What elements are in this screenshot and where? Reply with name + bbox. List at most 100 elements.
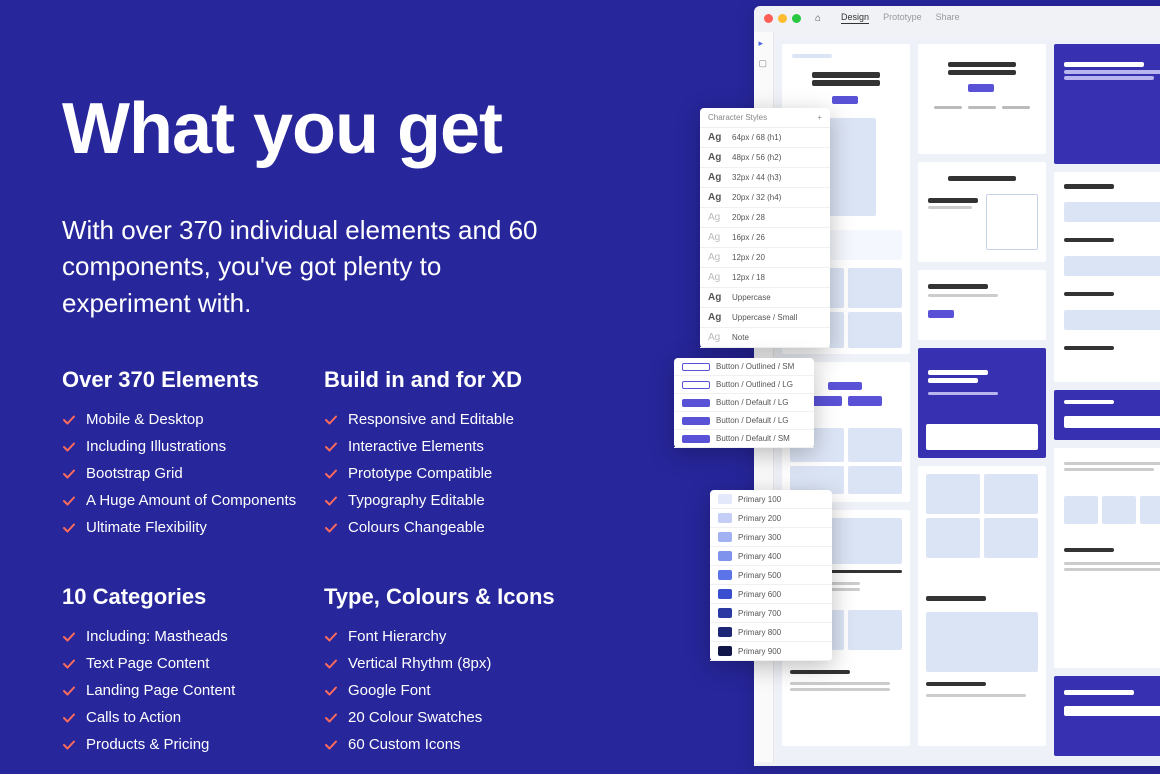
char-style-row: Ag 16px / 26 [700,228,830,248]
button-style-row: Button / Default / SM [674,430,814,448]
swatch-label: Primary 300 [738,533,781,542]
feature-item-label: Responsive and Editable [348,411,514,428]
column-heading: Over 370 Elements [62,367,322,393]
page-title: What you get [62,88,622,170]
feature-item: Font Hierarchy [324,628,584,645]
type-sample-icon: Ag [708,292,726,303]
rect-tool-icon: ▢ [759,58,769,68]
type-sample-icon: Ag [708,272,726,283]
panel-header: Character Styles+ [700,108,830,128]
maximize-icon [792,14,801,23]
home-icon: ⌂ [815,13,821,24]
color-swatch-icon [718,494,732,504]
check-icon [324,711,338,725]
check-icon [324,467,338,481]
type-sample-icon: Ag [708,252,726,263]
feature-item: Ultimate Flexibility [62,519,322,536]
type-sample-icon: Ag [708,332,726,343]
feature-item: Calls to Action [62,709,322,726]
color-swatch-icon [718,551,732,561]
feature-column: 10 CategoriesIncluding: MastheadsText Pa… [62,584,322,763]
char-style-label: 12px / 20 [732,253,765,262]
check-icon [324,440,338,454]
feature-item: A Huge Amount of Components [62,492,322,509]
swatches-panel: Primary 100Primary 200Primary 300Primary… [710,490,832,661]
check-icon [324,521,338,535]
button-chip-icon [682,363,710,371]
swatch-row: Primary 200 [710,509,832,528]
feature-item: Google Font [324,682,584,699]
swatch-row: Primary 700 [710,604,832,623]
feature-item: Vertical Rhythm (8px) [324,655,584,672]
button-style-row: Button / Default / LG [674,394,814,412]
close-icon [764,14,773,23]
char-style-row: Ag32px / 44 (h3) [700,168,830,188]
char-style-label: 20px / 32 (h4) [732,193,781,202]
check-icon [62,711,76,725]
check-icon [324,657,338,671]
feature-item-label: Prototype Compatible [348,465,492,482]
app-tabs: Design Prototype Share [841,12,960,24]
check-icon [324,738,338,752]
check-icon [324,630,338,644]
app-tab: Prototype [883,12,922,24]
color-swatch-icon [718,646,732,656]
swatch-row: Primary 900 [710,642,832,661]
check-icon [324,684,338,698]
feature-item-label: 20 Colour Swatches [348,709,482,726]
feature-item: Products & Pricing [62,736,322,753]
char-style-label: 20px / 28 [732,213,765,222]
char-style-label: 32px / 44 (h3) [732,173,781,182]
swatch-row: Primary 600 [710,585,832,604]
feature-item: Including Illustrations [62,438,322,455]
app-tab: Design [841,12,869,24]
feature-column: Build in and for XD Responsive and Editab… [324,367,584,546]
check-icon [62,684,76,698]
feature-item-label: 60 Custom Icons [348,736,461,753]
button-chip-icon [682,399,710,407]
feature-item-label: A Huge Amount of Components [86,492,296,509]
feature-item: Text Page Content [62,655,322,672]
type-sample-icon: Ag [708,232,726,243]
char-style-label: Uppercase [732,293,771,302]
swatch-label: Primary 400 [738,552,781,561]
feature-item: Bootstrap Grid [62,465,322,482]
char-style-row: Ag Uppercase [700,288,830,308]
feature-item: Typography Editable [324,492,584,509]
char-style-row: Ag20px / 32 (h4) [700,188,830,208]
char-style-row: Ag Note [700,328,830,348]
feature-item: Colours Changeable [324,519,584,536]
button-style-label: Button / Outlined / LG [716,380,793,389]
feature-item-label: Including Illustrations [86,438,226,455]
color-swatch-icon [718,532,732,542]
feature-column: Over 370 ElementsMobile & DesktopIncludi… [62,367,322,546]
type-sample-icon: Ag [708,312,726,323]
char-style-label: 16px / 26 [732,233,765,242]
check-icon [62,467,76,481]
button-chip-icon [682,435,710,443]
feature-column: Type, Colours & IconsFont HierarchyVerti… [324,584,584,763]
feature-item-label: Landing Page Content [86,682,235,699]
feature-item-label: Calls to Action [86,709,181,726]
feature-item: Including: Mastheads [62,628,322,645]
minimize-icon [778,14,787,23]
color-swatch-icon [718,570,732,580]
char-style-label: 12px / 18 [732,273,765,282]
char-style-row: Ag 20px / 28 [700,208,830,228]
type-sample-icon: Ag [708,212,726,223]
button-style-label: Button / Outlined / SM [716,362,794,371]
feature-item-label: Products & Pricing [86,736,209,753]
char-style-label: Note [732,333,749,342]
swatch-row: Primary 800 [710,623,832,642]
color-swatch-icon [718,608,732,618]
traffic-lights [764,14,801,23]
app-tab: Share [936,12,960,24]
feature-item-label: Font Hierarchy [348,628,446,645]
feature-item: Landing Page Content [62,682,322,699]
column-heading: Build in and for XD [324,367,584,393]
swatch-label: Primary 500 [738,571,781,580]
char-style-label: Uppercase / Small [732,313,797,322]
swatch-label: Primary 600 [738,590,781,599]
button-style-label: Button / Default / LG [716,398,788,407]
feature-item: Responsive and Editable [324,411,584,428]
